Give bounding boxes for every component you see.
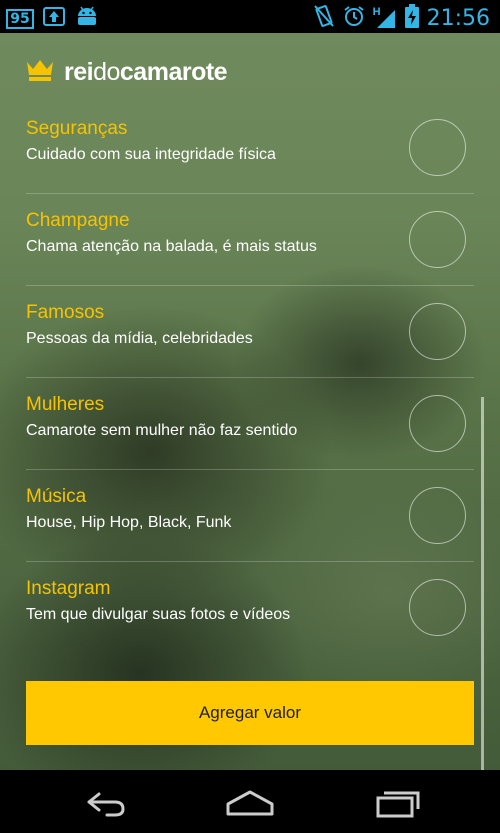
notification-count-badge: 95 <box>6 8 34 29</box>
item-title: Famosos <box>26 302 105 323</box>
vibrate-icon <box>313 4 335 33</box>
item-subtitle: Pessoas da mídia, celebridades <box>26 330 253 347</box>
item-select-toggle[interactable] <box>409 487 466 544</box>
status-bar: 95 H 21:56 <box>0 0 500 33</box>
app-header: reidocamarote <box>26 58 228 87</box>
item-subtitle: Tem que divulgar suas fotos e vídeos <box>26 606 291 623</box>
android-icon <box>74 5 100 32</box>
list-item-mulheres[interactable]: Mulheres Camarote sem mulher não faz sen… <box>0 377 500 469</box>
recent-apps-button[interactable] <box>368 782 428 822</box>
list-item-segurancas[interactable]: Seguranças Cuidado com sua integridade f… <box>0 101 500 193</box>
item-subtitle: House, Hip Hop, Black, Funk <box>26 514 232 531</box>
item-title: Música <box>26 486 87 507</box>
item-subtitle: Cuidado com sua integridade física <box>26 146 276 163</box>
scrollbar[interactable] <box>481 397 484 770</box>
home-button[interactable] <box>220 782 280 822</box>
item-subtitle: Chama atenção na balada, é mais status <box>26 238 317 255</box>
item-title: Champagne <box>26 210 130 231</box>
signal-icon: H <box>372 5 397 30</box>
item-title: Mulheres <box>26 394 105 415</box>
network-type-label: H <box>372 5 381 18</box>
app-screen: reidocamarote Seguranças Cuidado com sua… <box>0 33 500 770</box>
item-select-toggle[interactable] <box>409 211 466 268</box>
list-item-instagram[interactable]: Instagram Tem que divulgar suas fotos e … <box>0 561 500 653</box>
agregar-valor-button[interactable]: Agregar valor <box>26 681 474 745</box>
item-select-toggle[interactable] <box>409 303 466 360</box>
item-select-toggle[interactable] <box>409 579 466 636</box>
list-item-musica[interactable]: Música House, Hip Hop, Black, Funk <box>0 469 500 561</box>
back-button[interactable] <box>75 782 135 822</box>
alarm-icon <box>343 5 365 32</box>
crown-logo-icon <box>26 58 54 87</box>
item-subtitle: Camarote sem mulher não faz sentido <box>26 422 298 439</box>
home-icon <box>226 790 274 816</box>
navigation-bar <box>0 770 500 833</box>
item-select-toggle[interactable] <box>409 119 466 176</box>
recent-apps-icon <box>376 791 420 818</box>
battery-charging-icon <box>404 4 419 33</box>
back-arrow-icon <box>87 792 125 817</box>
logo-rei: rei <box>64 58 94 86</box>
logo-do: do <box>93 58 120 86</box>
app-logo-text: reidocamarote <box>64 58 228 87</box>
logo-camarote: camarote <box>119 58 228 86</box>
list-item-champagne[interactable]: Champagne Chama atenção na balada, é mai… <box>0 193 500 285</box>
list-item-famosos[interactable]: Famosos Pessoas da mídia, celebridades <box>0 285 500 377</box>
options-list: Seguranças Cuidado com sua integridade f… <box>0 101 500 653</box>
upload-notification-icon <box>42 5 66 32</box>
item-title: Seguranças <box>26 118 128 139</box>
item-select-toggle[interactable] <box>409 395 466 452</box>
item-title: Instagram <box>26 578 111 599</box>
clock: 21:56 <box>426 6 490 31</box>
